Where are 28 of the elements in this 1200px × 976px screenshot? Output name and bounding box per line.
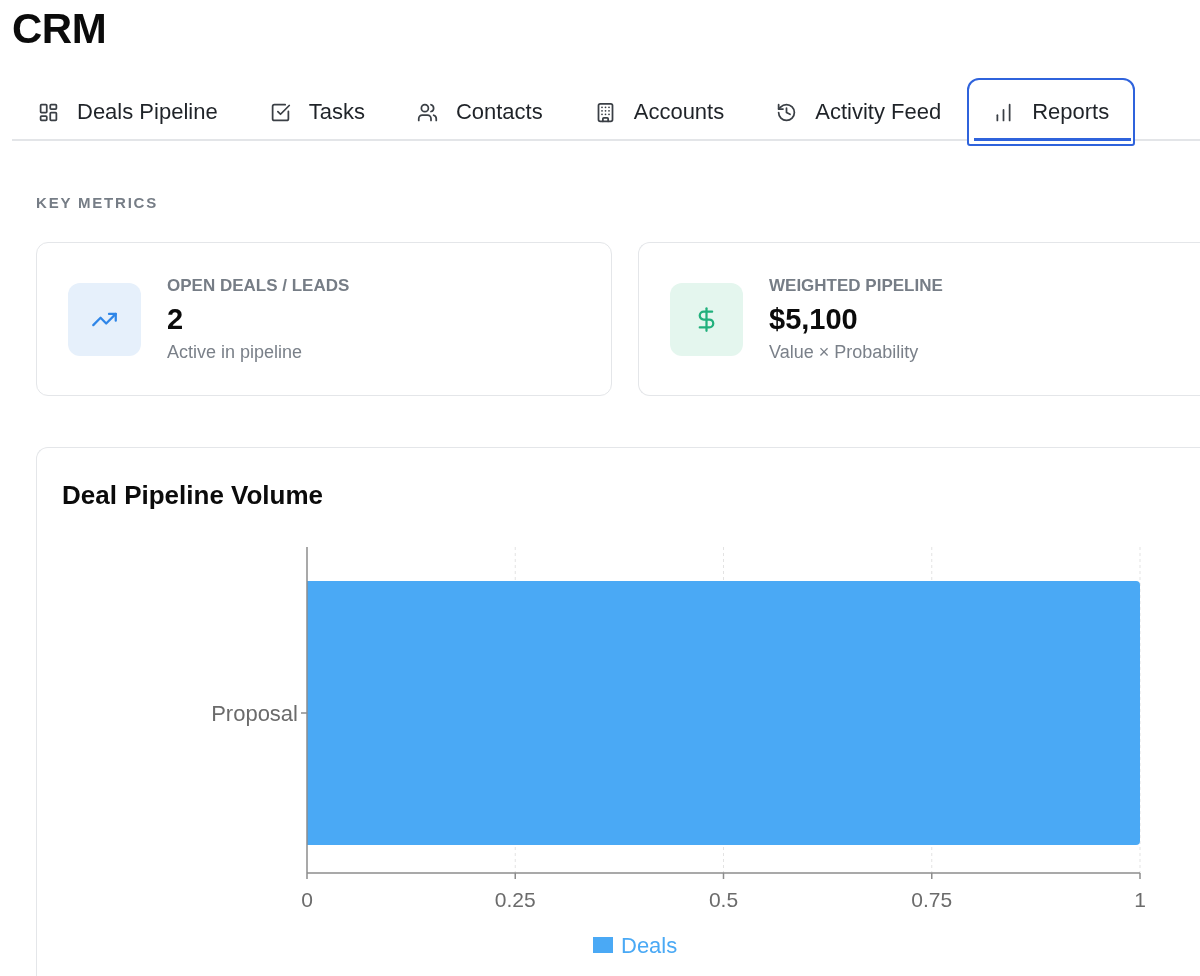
tick-label: 0.75 [911,887,953,911]
tick-label: 0.5 [708,887,739,911]
metric-value: $5,100 [769,301,858,337]
tab[interactable]: Accounts [568,78,751,146]
section-heading: KEY METRICS [36,194,159,212]
legend-label: Deals [621,932,678,958]
metric-label: WEIGHTED PIPELINE [769,274,943,297]
metric-value: 2 [167,301,184,337]
tab[interactable]: Activity Feed [750,78,968,146]
metric-caption: Value × Probability [769,340,919,364]
metric-caption: Active in pipeline [167,340,303,364]
tick-label: 0.25 [494,887,536,911]
app-title: CRM [12,8,107,50]
tab[interactable]: Tasks [243,78,391,146]
tick-label: 1 [1134,887,1146,911]
tab[interactable]: Deals Pipeline [12,78,244,146]
metric-label: OPEN DEALS / LEADS [167,274,350,297]
category-label: Proposal [211,700,298,726]
check-square-icon [269,101,291,123]
tick-label: 0 [301,887,313,911]
history-icon [776,101,798,123]
chart-title: Deal Pipeline Volume [62,479,324,511]
trending-up-icon [68,282,141,356]
tab[interactable]: Contacts [390,78,569,146]
users-icon [416,101,438,123]
dollar-icon [670,282,743,356]
tab[interactable]: Reports [967,78,1136,146]
layout-grid-icon [38,101,59,123]
